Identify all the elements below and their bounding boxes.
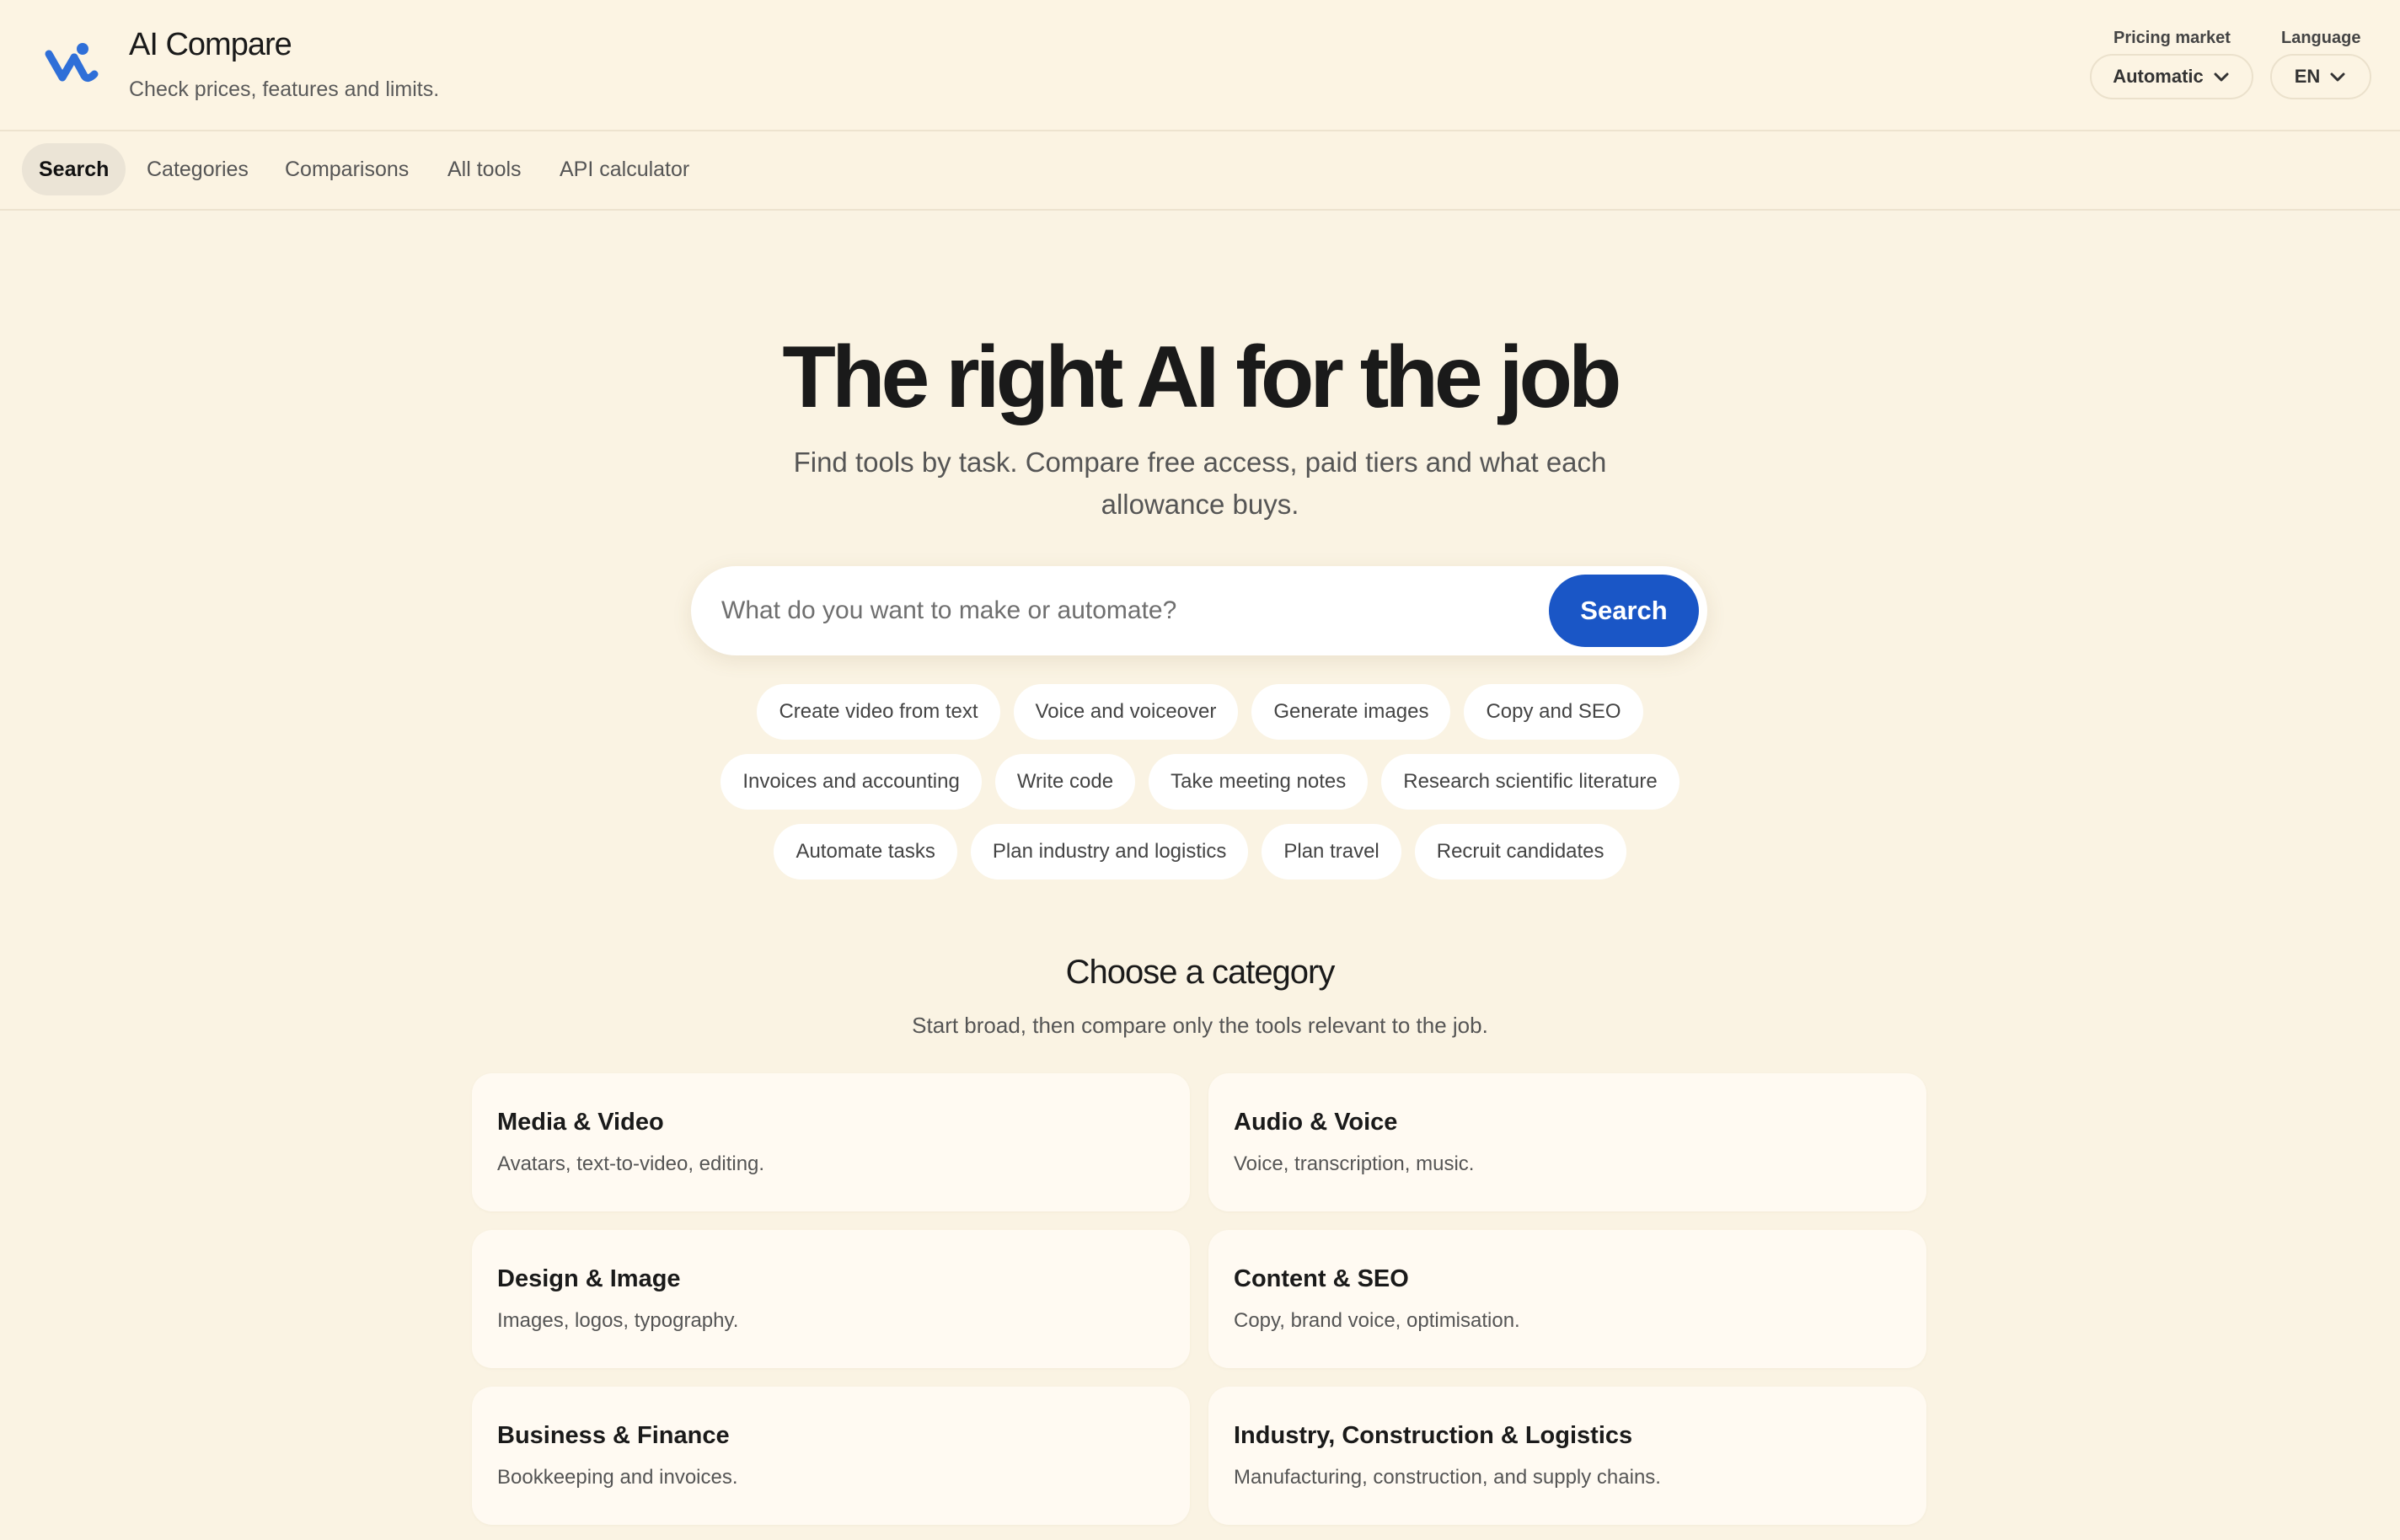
suggestion-chip[interactable]: Plan travel [1262,824,1401,880]
suggestion-chip[interactable]: Generate images [1251,684,1451,740]
app-title[interactable]: AI Compare [129,27,292,63]
suggestion-chip[interactable]: Voice and voiceover [1013,684,1239,740]
suggestion-chip[interactable]: Create video from text [757,684,1000,740]
category-name: Business & Finance [497,1422,730,1449]
pricing-market-label: Pricing market [2113,29,2231,47]
category-description: Avatars, text-to-video, editing. [497,1152,765,1175]
category-card-content-seo[interactable]: Content & SEO Copy, brand voice, optimis… [1208,1230,1926,1368]
app-logo-icon[interactable] [42,37,101,91]
language-label: Language [2281,29,2361,47]
suggestion-chip[interactable]: Invoices and accounting [721,754,982,810]
category-description: Images, logos, typography. [497,1309,739,1332]
search-button[interactable]: Search [1549,575,1699,647]
categories-title: Choose a category [1065,954,1336,991]
category-card-business-finance[interactable]: Business & Finance Bookkeeping and invoi… [472,1387,1190,1525]
language-select[interactable]: EN [2270,54,2371,99]
nav-item-comparisons[interactable]: Comparisons [268,143,426,195]
suggestion-chip[interactable]: Write code [994,754,1136,810]
site-header: AI Compare Check prices, features and li… [0,0,2400,131]
category-name: Media & Video [497,1109,664,1136]
category-description: Voice, transcription, music. [1234,1152,1475,1175]
chevron-down-icon [2212,67,2231,86]
search-input[interactable] [721,566,1379,655]
nav-item-all-tools[interactable]: All tools [431,143,538,195]
app-subtitle: Check prices, features and limits. [129,78,440,101]
category-card-design-image[interactable]: Design & Image Images, logos, typography… [472,1230,1190,1368]
hero-title: The right AI for the job [782,329,1621,426]
chevron-down-icon [2328,67,2347,86]
suggestion-chip[interactable]: Research scientific literature [1381,754,1679,810]
suggestion-chip[interactable]: Automate tasks [774,824,957,880]
suggestion-row: Create video from text Voice and voiceov… [0,684,2400,740]
suggestion-chip[interactable]: Recruit candidates [1414,824,1626,880]
language-value: EN [2294,66,2321,87]
pricing-market-select[interactable]: Automatic [2090,54,2253,99]
main-nav: Search Categories Comparisons All tools … [0,131,2400,211]
nav-item-search[interactable]: Search [22,143,126,195]
category-description: Manufacturing, construction, and supply … [1234,1466,1661,1489]
category-card-audio-voice[interactable]: Audio & Voice Voice, transcription, musi… [1208,1073,1926,1211]
hero-subtitle: Find tools by task. Compare free access,… [793,446,1607,520]
category-name: Industry, Construction & Logistics [1234,1422,1633,1449]
category-description: Bookkeeping and invoices. [497,1466,738,1489]
category-card-industry-logistics[interactable]: Industry, Construction & Logistics Manuf… [1208,1387,1926,1525]
category-card-media-video[interactable]: Media & Video Avatars, text-to-video, ed… [472,1073,1190,1211]
suggestion-chip[interactable]: Take meeting notes [1149,754,1369,810]
suggestion-row: Invoices and accounting Write code Take … [0,754,2400,810]
category-name: Content & SEO [1234,1265,1409,1292]
nav-item-categories[interactable]: Categories [130,143,265,195]
suggestion-chip[interactable]: Copy and SEO [1464,684,1643,740]
category-name: Design & Image [497,1265,681,1292]
category-name: Audio & Voice [1234,1109,1398,1136]
categories-subtitle: Start broad, then compare only the tools… [912,1013,1488,1038]
search-bar: Search [691,566,1707,655]
nav-item-api-calculator[interactable]: API calculator [543,143,706,195]
category-description: Copy, brand voice, optimisation. [1234,1309,1520,1332]
suggestion-chip[interactable]: Plan industry and logistics [970,824,1249,880]
pricing-market-value: Automatic [2113,66,2204,87]
suggestion-row: Automate tasks Plan industry and logisti… [0,824,2400,880]
